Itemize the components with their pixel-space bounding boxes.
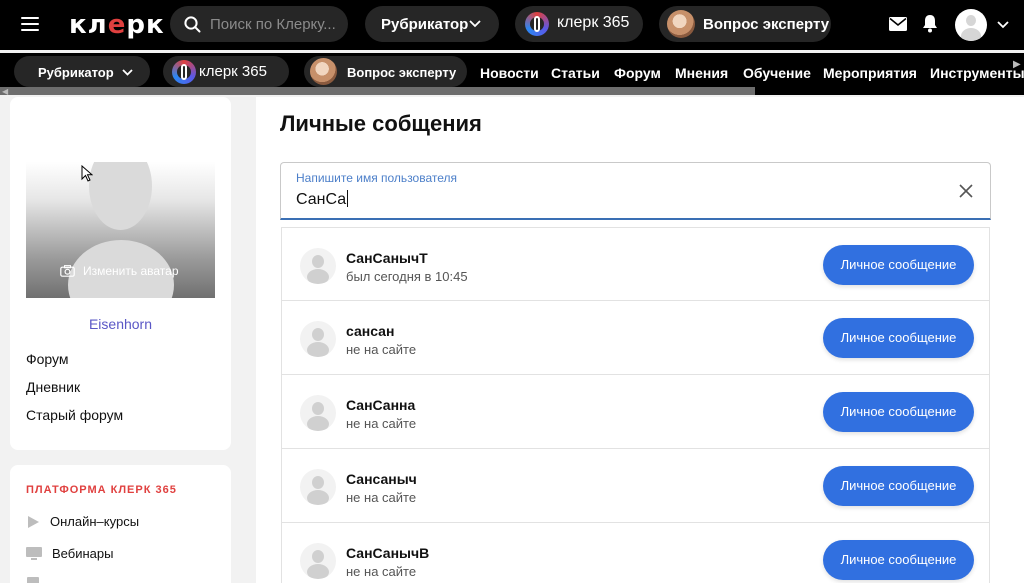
user-search-value: СанСа [296, 191, 347, 208]
side-link-diary[interactable]: Дневник [26, 379, 80, 395]
site-search[interactable]: Поиск по Клерку... [170, 6, 348, 42]
search-icon [184, 16, 201, 33]
search-results-list: СанСанычТ был сегодня в 10:45 Личное соо… [281, 227, 990, 583]
platform-title: ПЛАТФОРМА КЛЕРК 365 [26, 484, 177, 496]
avatar[interactable] [300, 543, 336, 579]
scroll-right-icon[interactable]: ▶ [1013, 59, 1021, 70]
bell-icon[interactable] [922, 14, 938, 33]
user-name[interactable]: СанСанна [346, 397, 415, 413]
list-item: Сансаныч не на сайте Личное сообщение [281, 449, 990, 523]
nav-bar: Рубрикатор клерк 365 Вопрос эксперту Нов… [0, 53, 1024, 89]
platform-item-more[interactable] [26, 577, 40, 583]
logo-accent: е [107, 10, 127, 40]
page-title: Личные собщения [280, 111, 482, 136]
play-icon [28, 515, 39, 528]
platform-card: ПЛАТФОРМА КЛЕРК 365 Онлайн–курсы Вебинар… [10, 465, 231, 583]
expert-avatar [310, 58, 337, 85]
mail-icon[interactable] [889, 17, 907, 31]
user-name[interactable]: Сансаныч [346, 471, 417, 487]
list-item: СанСанычВ не на сайте Личное сообщение [281, 523, 990, 583]
list-item: СанСанна не на сайте Личное сообщение [281, 375, 990, 449]
platform-item-label: Онлайн–курсы [50, 514, 140, 529]
user-status: был сегодня в 10:45 [346, 269, 468, 284]
platform-item-label: Вебинары [52, 546, 114, 561]
nav-link-news[interactable]: Новости [480, 65, 539, 81]
list-item: СанСанычТ был сегодня в 10:45 Личное соо… [281, 227, 990, 301]
text-caret [347, 190, 349, 207]
nav-link-forum[interactable]: Форум [614, 65, 661, 81]
list-item: сансан не на сайте Личное сообщение [281, 301, 990, 375]
user-status: не на сайте [346, 490, 417, 505]
logo-text: клерк [69, 10, 165, 40]
change-avatar-button[interactable]: Изменить аватар [60, 264, 179, 278]
chevron-down-icon [469, 20, 481, 28]
nav-rubricator-button[interactable]: Рубрикатор [14, 56, 150, 87]
nav-link-tools[interactable]: Инструменты [930, 65, 1024, 81]
user-name[interactable]: СанСанычТ [346, 250, 428, 266]
nav-ask-expert-label: Вопрос эксперту [347, 65, 457, 80]
klerk365-label: клерк 365 [557, 14, 630, 31]
avatar[interactable] [300, 395, 336, 431]
user-status: не на сайте [346, 564, 417, 579]
nav-rubricator-label: Рубрикатор [38, 65, 114, 80]
klerk365-button[interactable]: клерк 365 [515, 6, 643, 42]
avatar[interactable] [300, 248, 336, 284]
avatar[interactable] [300, 469, 336, 505]
nav-ask-expert-button[interactable]: Вопрос эксперту [304, 56, 467, 87]
user-search-field[interactable]: Напишите имя пользователя СанСа [280, 162, 991, 220]
logo[interactable]: клерк [69, 10, 165, 40]
avatar[interactable] [300, 321, 336, 357]
klerk365-icon [172, 60, 196, 84]
private-message-button[interactable]: Личное сообщение [823, 245, 974, 285]
rubricator-button[interactable]: Рубрикатор [365, 6, 499, 42]
chevron-down-icon [122, 69, 133, 76]
platform-item-webinars[interactable]: Вебинары [26, 546, 113, 561]
nav-link-education[interactable]: Обучение [743, 65, 811, 81]
user-search-label: Напишите имя пользователя [296, 171, 458, 185]
avatar-placeholder-head [89, 162, 152, 230]
user-avatar[interactable] [955, 9, 987, 41]
klerk365-icon [525, 12, 549, 36]
camera-icon [60, 265, 75, 277]
nav-scrollbar-track[interactable] [755, 87, 1024, 95]
private-message-button[interactable]: Личное сообщение [823, 318, 974, 358]
user-status: не на сайте [346, 416, 417, 431]
ask-expert-label: Вопрос эксперту [703, 16, 830, 33]
chevron-down-icon[interactable] [997, 21, 1009, 29]
menu-icon[interactable] [21, 17, 39, 31]
nav-scrollbar-thumb[interactable] [0, 87, 755, 95]
side-link-forum[interactable]: Форум [26, 351, 69, 367]
profile-card: Изменить аватар Eisenhorn Форум Дневник … [10, 97, 231, 450]
platform-item-courses[interactable]: Онлайн–курсы [26, 514, 139, 529]
nav-klerk365-button[interactable]: клерк 365 [163, 56, 289, 87]
document-icon [27, 577, 39, 583]
private-message-button[interactable]: Личное сообщение [823, 466, 974, 506]
nav-link-articles[interactable]: Статьи [551, 65, 600, 81]
side-link-old-forum[interactable]: Старый форум [26, 407, 123, 423]
user-search-input[interactable]: СанСа [296, 190, 349, 209]
nav-link-events[interactable]: Мероприятия [823, 65, 917, 81]
ask-expert-button[interactable]: Вопрос эксперту [659, 6, 831, 42]
nav-klerk365-label: клерк 365 [199, 63, 267, 80]
change-avatar-label: Изменить аватар [83, 264, 179, 278]
user-name[interactable]: сансан [346, 323, 394, 339]
top-bar: клерк Поиск по Клерку... Рубрикатор клер… [0, 0, 1024, 50]
nav-link-opinions[interactable]: Мнения [675, 65, 728, 81]
user-status: не на сайте [346, 342, 417, 357]
user-name[interactable]: СанСанычВ [346, 545, 429, 561]
private-message-button[interactable]: Личное сообщение [823, 540, 974, 580]
private-message-button[interactable]: Личное сообщение [823, 392, 974, 432]
profile-username[interactable]: Eisenhorn [10, 316, 231, 332]
site-search-placeholder: Поиск по Клерку... [210, 16, 336, 33]
rubricator-label: Рубрикатор [381, 16, 469, 33]
profile-avatar[interactable]: Изменить аватар [26, 162, 215, 298]
scroll-left-icon[interactable]: ◀ [2, 87, 8, 96]
expert-avatar [667, 10, 695, 38]
monitor-icon [26, 546, 42, 560]
close-icon[interactable] [956, 181, 976, 201]
mouse-cursor-icon [81, 165, 93, 182]
